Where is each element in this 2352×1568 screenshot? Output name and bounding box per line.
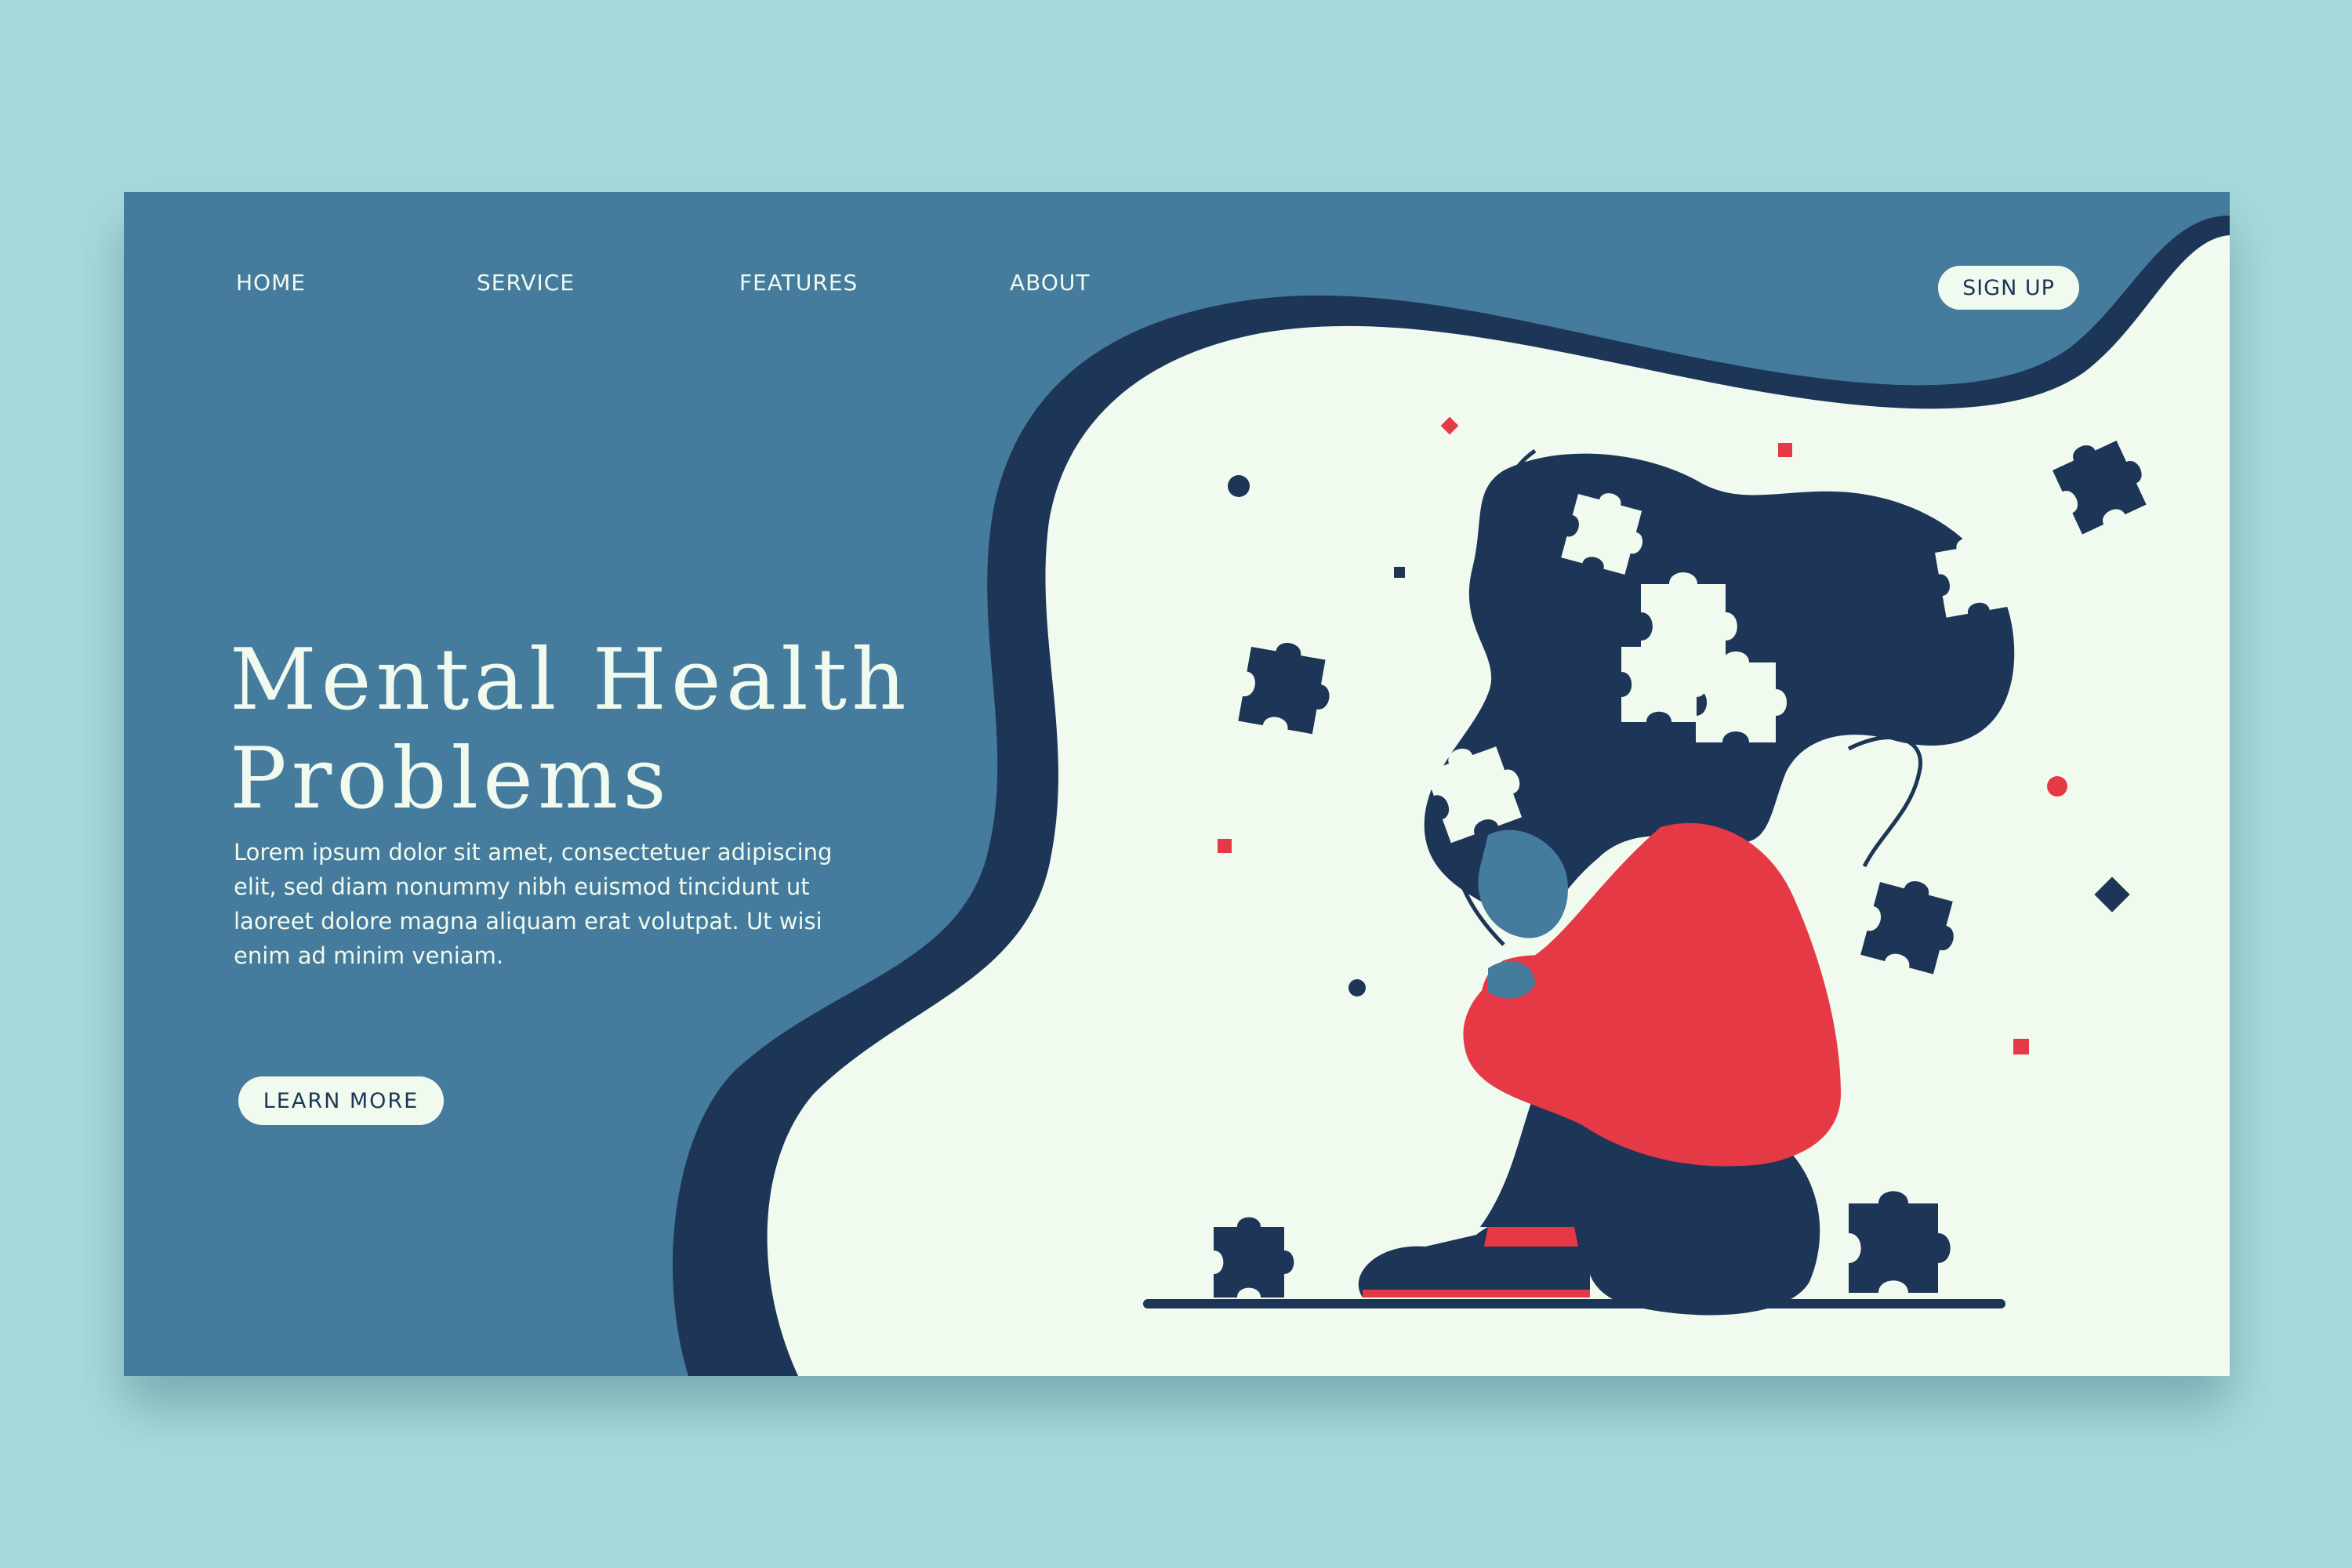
nav-item-service[interactable]: SERVICE (477, 270, 575, 296)
learn-more-button[interactable]: LEARN MORE (238, 1076, 444, 1125)
shoe-sole (1363, 1290, 1590, 1298)
nav-item-home[interactable]: HOME (236, 270, 306, 296)
nav-item-features[interactable]: FEATURES (739, 270, 858, 296)
sock-shape (1484, 1227, 1578, 1247)
title-line-2: Problems (230, 730, 671, 828)
hero-description: Lorem ipsum dolor sit amet, consectetuer… (234, 839, 833, 969)
sign-up-button[interactable]: SIGN UP (1938, 266, 2079, 310)
landing-page-card: HOME SERVICE FEATURES ABOUT SIGN UP Ment… (124, 192, 2230, 1376)
page-title: Mental Health Problems (230, 631, 935, 829)
nav-item-about[interactable]: ABOUT (1010, 270, 1091, 296)
ground-line (1143, 1299, 2005, 1308)
title-line-1: Mental Health (230, 631, 911, 729)
